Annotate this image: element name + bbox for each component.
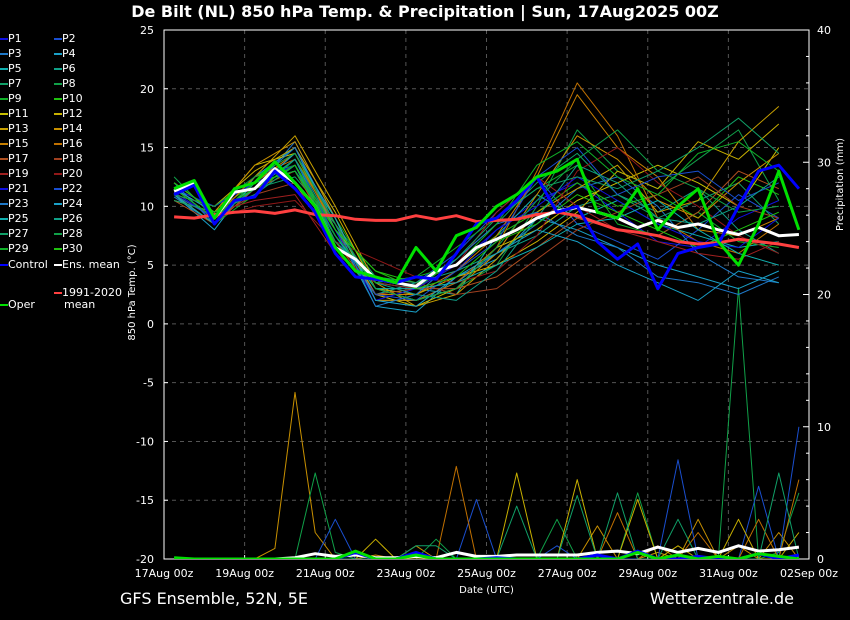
y-tick-label: 5 [147, 259, 154, 272]
y-axis-label: 850 hPa Temp. (°C) [127, 244, 138, 340]
y-tick-label: 10 [140, 200, 154, 213]
chart: 25 20 15 10 5 0 -5 -10 -15 -20 40 30 20 10 0 17Aug 00z 1… [127, 24, 846, 596]
x-tick-label: 17Aug 00z [135, 567, 194, 580]
member-line-p28 [173, 129, 779, 301]
model-label: GFS Ensemble, 52N, 5E [120, 589, 308, 608]
y-tick-label: -10 [136, 435, 154, 448]
x-tick-label: 02Sep 00z [780, 567, 838, 580]
y-tick-label: -15 [136, 494, 154, 507]
x-tick-label: 31Aug 00z [699, 567, 758, 580]
y2-tick-label: 20 [817, 289, 831, 302]
y2-tick-label: 40 [817, 24, 831, 37]
y-tick-label: 25 [140, 24, 154, 37]
x-tick-label: 25Aug 00z [457, 567, 516, 580]
y-tick-label: -20 [136, 553, 154, 566]
x-tick-label: 21Aug 00z [296, 567, 355, 580]
x-axis-label: Date (UTC) [459, 585, 514, 596]
x-tick-label: 29Aug 00z [618, 567, 677, 580]
y2-tick-label: 10 [817, 421, 831, 434]
y-tick-label: 0 [147, 318, 154, 331]
y-tick-label: -5 [143, 377, 154, 390]
y2-tick-label: 30 [817, 156, 831, 169]
x-tick-label: 19Aug 00z [215, 567, 274, 580]
y2-tick-label: 0 [817, 553, 824, 566]
x-tick-label: 23Aug 00z [377, 567, 436, 580]
precip-line-p28 [174, 472, 800, 559]
member-line-p8 [173, 129, 780, 301]
y-tick-label: 15 [140, 142, 154, 155]
y-tick-label: 20 [140, 83, 154, 96]
member-line-p12 [173, 123, 780, 295]
site-label: Wetterzentrale.de [649, 589, 794, 608]
x-tick-label: 27Aug 00z [538, 567, 597, 580]
precip-line-p12 [174, 472, 800, 559]
y2-axis-label: Precipitation (mm) [835, 138, 846, 231]
